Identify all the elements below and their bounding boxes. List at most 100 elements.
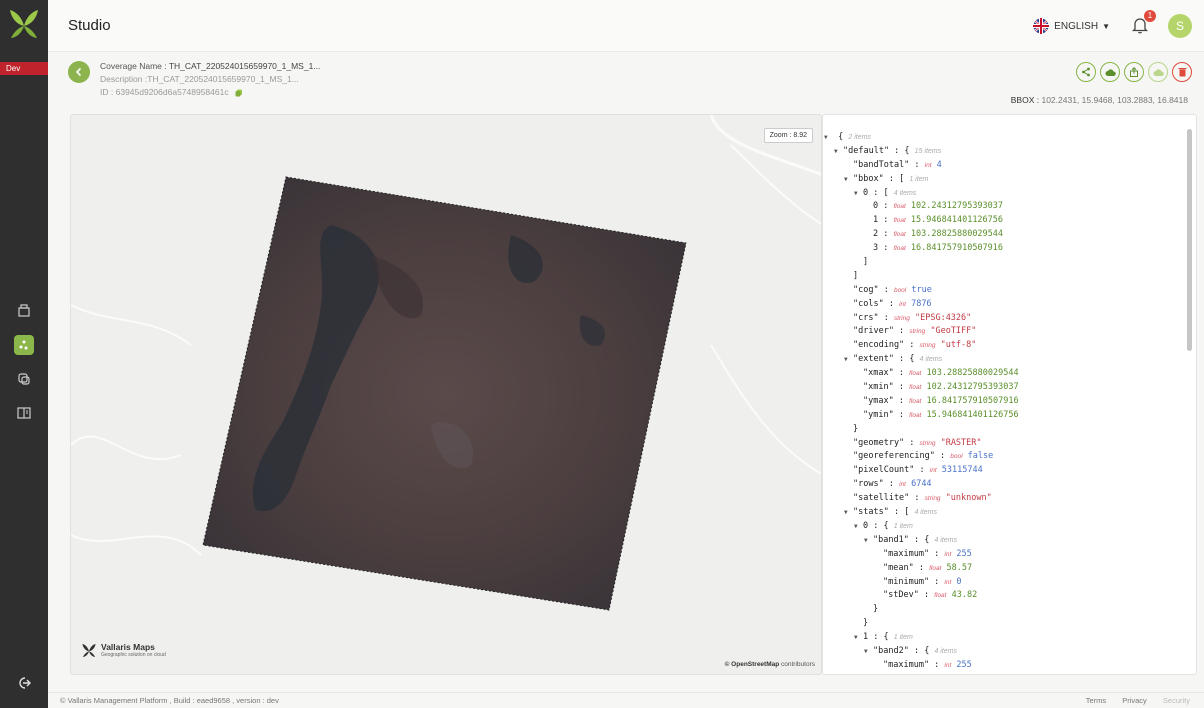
- export-icon: [1130, 67, 1138, 77]
- json-type: int: [944, 661, 952, 669]
- json-row[interactable]: ▼ "stats" : [ 4 items: [823, 506, 1196, 520]
- terms-link[interactable]: Terms: [1086, 696, 1106, 705]
- privacy-link[interactable]: Privacy: [1122, 696, 1147, 705]
- json-type: string: [909, 328, 926, 336]
- coverage-description: Description :TH_CAT_220524015659970_1_MS…: [100, 73, 320, 86]
- delete-button[interactable]: [1172, 62, 1192, 82]
- vallaris-logo-icon: [82, 643, 96, 658]
- json-value: "unknown": [945, 493, 992, 504]
- json-row: ]: [823, 270, 1196, 284]
- json-key: "minimum" :: [883, 576, 940, 587]
- bbox-readout: BBOX : 102.2431, 15.9468, 103.2883, 16.8…: [1011, 95, 1188, 105]
- share-icon: [1082, 67, 1090, 77]
- cloud-button[interactable]: [1100, 62, 1120, 82]
- json-row: "pixelCount" : int 53115744: [823, 464, 1196, 478]
- json-scrollbar[interactable]: [1187, 129, 1192, 351]
- share-button[interactable]: [1076, 62, 1096, 82]
- json-value: {: [883, 520, 889, 531]
- cloud-sync-button[interactable]: [1148, 62, 1168, 82]
- json-value: 15.946841401126756: [910, 215, 1004, 226]
- json-type: string: [893, 314, 910, 322]
- expand-toggle-icon[interactable]: ▼: [834, 145, 843, 159]
- json-value: [: [883, 187, 889, 198]
- map-attribution[interactable]: © OpenStreetMap contributors: [725, 661, 815, 668]
- notifications-button[interactable]: 1: [1131, 10, 1156, 36]
- attribution-text: contributors: [779, 661, 815, 668]
- sidebar-item-projects[interactable]: [0, 294, 48, 328]
- sidebar-item-layers[interactable]: [0, 362, 48, 396]
- json-type: float: [893, 217, 906, 225]
- expand-toggle-icon[interactable]: ▼: [844, 353, 853, 367]
- metadata-json-viewer[interactable]: ▼ { 2 items ▼ "default" : { 15 items "bandT…: [822, 114, 1197, 675]
- expand-toggle-icon[interactable]: ▼: [824, 131, 833, 145]
- json-value: 4: [936, 159, 942, 170]
- avatar[interactable]: S: [1168, 14, 1192, 38]
- json-row[interactable]: ▼ 0 : [ 4 items: [823, 187, 1196, 201]
- json-type: int: [899, 481, 906, 489]
- expand-toggle-icon[interactable]: ▼: [854, 631, 863, 645]
- json-item-count: 4 items: [893, 189, 917, 197]
- expand-toggle-icon[interactable]: ▼: [864, 645, 873, 659]
- json-type: float: [893, 245, 906, 253]
- json-item-count: 1 item: [909, 175, 929, 183]
- expand-toggle-icon[interactable]: ▼: [864, 534, 873, 548]
- json-value: 16.841757910507916: [926, 395, 1019, 406]
- json-key: "cols" :: [853, 298, 894, 309]
- json-row: "rows" : int 6744: [823, 478, 1196, 492]
- json-value: {: [904, 145, 910, 156]
- expand-toggle-icon[interactable]: ▼: [844, 506, 853, 520]
- json-key: "driver" :: [853, 326, 905, 337]
- json-row[interactable]: ▼ "extent" : { 4 items: [823, 353, 1196, 367]
- json-type: int: [944, 578, 952, 586]
- json-row[interactable]: ▼ 0 : { 1 item: [823, 520, 1196, 534]
- json-value: 58.57: [946, 562, 973, 573]
- expand-toggle-icon[interactable]: ▼: [854, 187, 863, 201]
- json-item-count: 4 items: [919, 356, 943, 364]
- back-button[interactable]: [68, 61, 90, 83]
- json-item-count: 2 items: [848, 134, 871, 141]
- json-row[interactable]: ▼ "band2" : { 4 items: [823, 645, 1196, 659]
- logout-button[interactable]: [0, 676, 48, 690]
- sidebar-item-studio[interactable]: [0, 328, 48, 362]
- json-value: {: [909, 354, 915, 365]
- page-title: Studio: [68, 17, 111, 34]
- description-label: Description :: [100, 74, 148, 84]
- language-selector[interactable]: ENGLISH ▼: [1033, 18, 1110, 34]
- json-type: float: [893, 231, 906, 239]
- app-logo[interactable]: [0, 0, 48, 62]
- language-label: ENGLISH: [1054, 20, 1099, 32]
- json-row[interactable]: ▼ "bbox" : [ 1 item: [823, 173, 1196, 187]
- json-key: "bbox" :: [853, 173, 894, 184]
- json-value: false: [967, 451, 994, 462]
- json-row: 2 : float 103.28825880029544: [823, 228, 1196, 242]
- json-row[interactable]: ▼ "default" : { 15 items: [823, 145, 1196, 159]
- json-type: float: [929, 564, 942, 572]
- json-item-count: 1 item: [893, 522, 913, 530]
- json-type: float: [909, 370, 922, 378]
- logout-icon: [19, 677, 31, 689]
- json-key: ]: [863, 257, 869, 268]
- attribution-link[interactable]: © OpenStreetMap: [725, 661, 780, 668]
- env-badge: Dev: [0, 62, 48, 75]
- json-key: "xmax" :: [863, 368, 904, 379]
- sidebar-item-docs[interactable]: [0, 396, 48, 430]
- json-key: 3 :: [873, 243, 889, 254]
- json-value: [: [899, 173, 905, 184]
- json-row[interactable]: ▼ "band1" : { 4 items: [823, 534, 1196, 548]
- json-row: "georeferencing" : bool false: [823, 450, 1196, 464]
- scatter-icon: [14, 335, 34, 355]
- json-key: "crs" :: [853, 312, 889, 323]
- json-key: "maximum" :: [883, 659, 940, 670]
- json-key: }: [853, 423, 859, 434]
- json-key: "band1" :: [873, 534, 920, 545]
- map-view[interactable]: Zoom : 8.92 Vallaris Maps Geographic sol…: [70, 114, 822, 675]
- expand-toggle-icon[interactable]: ▼: [844, 173, 853, 187]
- security-link[interactable]: Security: [1163, 696, 1190, 705]
- json-type: float: [909, 411, 922, 419]
- expand-toggle-icon[interactable]: ▼: [854, 520, 863, 534]
- json-row[interactable]: ▼ { 2 items: [823, 131, 1196, 145]
- copy-icon[interactable]: [235, 89, 243, 97]
- json-row: }: [823, 603, 1196, 617]
- json-row[interactable]: ▼ 1 : { 1 item: [823, 631, 1196, 645]
- export-button[interactable]: [1124, 62, 1144, 82]
